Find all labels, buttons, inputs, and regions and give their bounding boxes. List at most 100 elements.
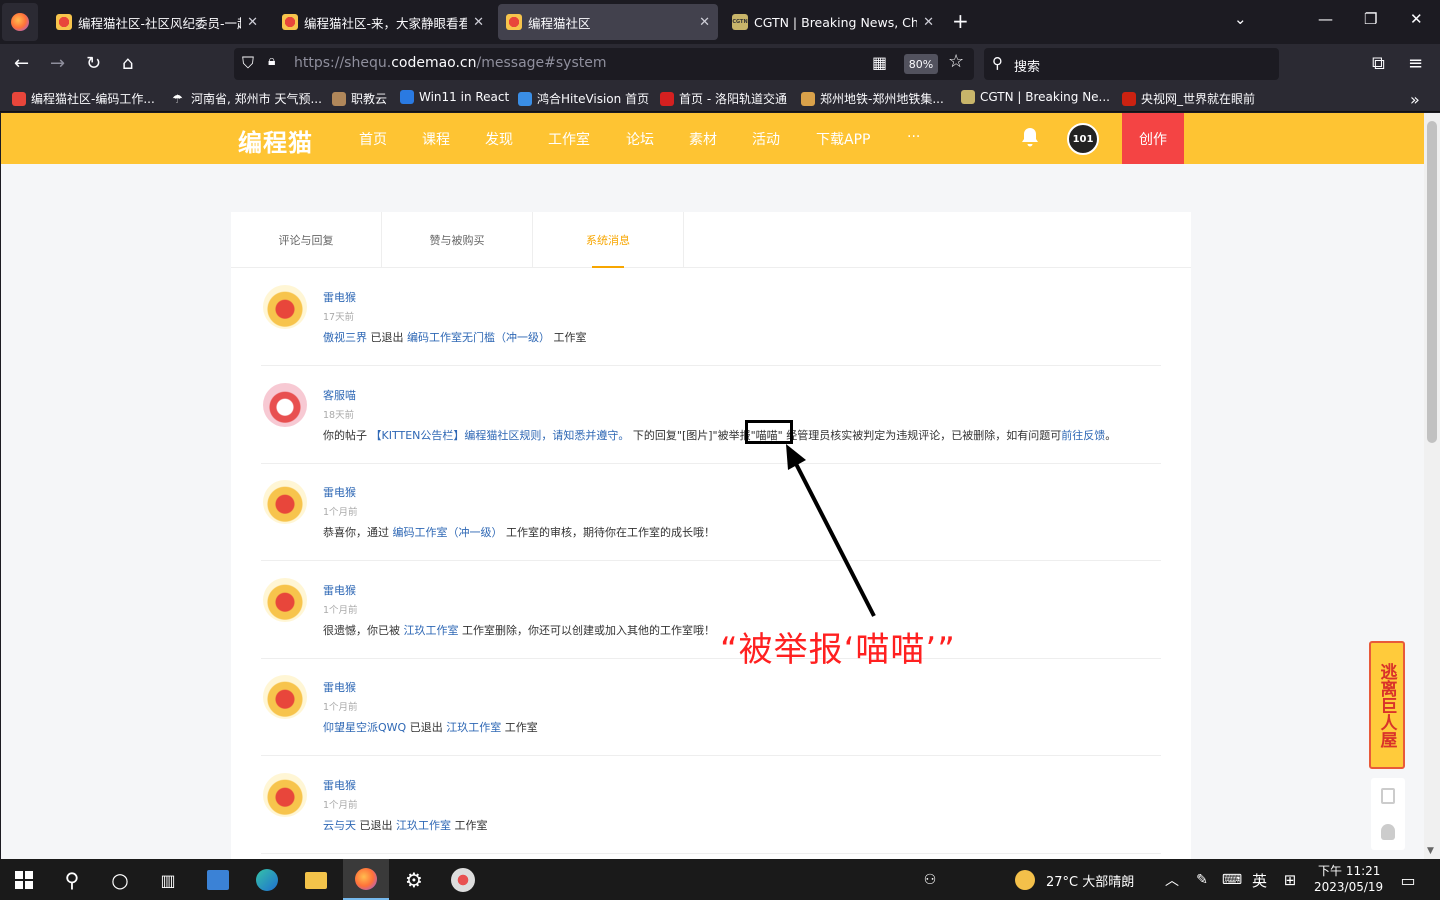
back-arrow-icon[interactable]: ← — [14, 52, 29, 76]
weather-text[interactable]: 27°C 大部晴朗 — [1046, 871, 1134, 890]
nav-activities[interactable]: 活动 — [752, 129, 780, 149]
message-link[interactable]: 编码工作室（冲一级） — [393, 526, 503, 539]
bookmark-item[interactable]: 编程猫社区-编码工作... — [12, 90, 155, 107]
bookmark-star-icon[interactable]: ☆ — [948, 51, 964, 72]
firefox-menu-button[interactable] — [2, 3, 38, 41]
bookmark-item[interactable]: CGTN | Breaking Ne... — [961, 90, 1110, 104]
lock-icon[interactable]: 🔒︎ — [268, 53, 275, 69]
keyboard-icon[interactable]: ⌨ — [1220, 868, 1244, 892]
nav-download-app[interactable]: 下载APP — [816, 129, 870, 149]
edge-icon[interactable] — [255, 868, 279, 892]
clock-date[interactable]: 2023/05/19 — [1314, 880, 1383, 894]
message-link[interactable]: 傲视三界 — [323, 331, 367, 344]
people-icon[interactable]: ⚇ — [918, 868, 942, 892]
sender-name[interactable]: 雷电猴 — [323, 777, 356, 793]
chevron-up-icon[interactable]: ︿ — [1160, 868, 1184, 892]
nav-forum[interactable]: 论坛 — [626, 129, 654, 149]
sender-name[interactable]: 雷电猴 — [323, 484, 356, 500]
forward-arrow-icon[interactable]: → — [50, 52, 65, 76]
close-icon[interactable]: ✕ — [247, 15, 258, 30]
bookmark-item[interactable]: 郑州地铁-郑州地铁集... — [801, 90, 944, 107]
weather-moon-icon[interactable] — [1013, 868, 1037, 892]
file-explorer-icon[interactable] — [304, 868, 328, 892]
app-avatar-icon[interactable] — [451, 868, 475, 892]
sender-name[interactable]: 雷电猴 — [323, 679, 356, 695]
close-icon[interactable]: ✕ — [473, 15, 484, 30]
close-window-button[interactable]: ✕ — [1410, 10, 1423, 28]
site-logo[interactable]: 编程猫 — [238, 123, 313, 158]
sender-name[interactable]: 雷电猴 — [323, 289, 356, 305]
notification-icon[interactable]: ▭ — [1396, 868, 1420, 892]
cortana-icon[interactable]: ○ — [108, 868, 132, 892]
floating-ad-banner[interactable]: 逃离巨人屋 — [1369, 641, 1405, 769]
message-link[interactable]: 云与天 — [323, 819, 356, 832]
minimize-button[interactable]: — — [1318, 10, 1333, 28]
leidianhou-avatar[interactable] — [263, 772, 307, 817]
leidianhou-avatar[interactable] — [263, 480, 307, 524]
message-link[interactable]: 编码工作室无门槛（冲一级） — [407, 331, 550, 344]
create-button[interactable]: 创作 — [1122, 113, 1184, 164]
close-icon[interactable]: ✕ — [923, 15, 934, 30]
task-view-icon[interactable]: ▥ — [156, 868, 180, 892]
bookmark-item[interactable]: 首页 - 洛阳轨道交通 — [660, 90, 787, 107]
sender-name[interactable]: 雷电猴 — [323, 582, 356, 598]
ime-indicator[interactable]: 英 — [1252, 870, 1267, 891]
taskbar-firefox-active[interactable] — [343, 859, 389, 900]
bookmark-item[interactable]: 职教云 — [332, 90, 387, 107]
nav-discover[interactable]: 发现 — [485, 129, 513, 149]
nav-home[interactable]: 首页 — [359, 129, 387, 149]
message-link[interactable]: 江玖工作室 — [446, 721, 501, 734]
message-link[interactable]: 江玖工作室 — [404, 624, 459, 637]
message-link[interactable]: 【KITTEN公告栏】编程猫社区规则，请知悉并遵守。 — [371, 429, 630, 442]
nav-materials[interactable]: 素材 — [689, 129, 717, 149]
bookmark-item[interactable]: ☂ 河南省, 郑州市 天气预... — [172, 90, 322, 107]
user-avatar[interactable]: 101 — [1067, 123, 1099, 155]
message-link[interactable]: 仰望星空派QWQ — [323, 721, 406, 734]
nav-studio[interactable]: 工作室 — [548, 129, 590, 149]
scrollbar-thumb[interactable] — [1427, 121, 1437, 443]
kefumiao-avatar[interactable] — [263, 382, 307, 427]
bookmark-item[interactable]: Win11 in React — [400, 90, 509, 104]
message-link[interactable]: 江玖工作室 — [396, 819, 451, 832]
url-bar[interactable]: ⛉ 🔒︎ https://shequ.codemao.cn/message#sy… — [234, 48, 974, 80]
mobile-icon[interactable] — [1381, 788, 1395, 804]
pen-icon[interactable]: ✎ — [1190, 868, 1214, 892]
home-icon[interactable]: ⌂ — [122, 52, 133, 76]
shield-icon[interactable]: ⛉ — [242, 53, 254, 73]
more-bookmarks-chevron-icon[interactable]: » — [1410, 90, 1420, 109]
page-scrollbar[interactable]: ▼ — [1424, 113, 1440, 859]
ime-grid-icon[interactable]: ⊞ — [1278, 868, 1302, 892]
bell-icon[interactable] — [1021, 127, 1039, 147]
extensions-icon[interactable]: ⧉ — [1372, 52, 1385, 76]
qq-icon[interactable] — [1381, 824, 1395, 840]
nav-more[interactable]: ··· — [907, 129, 920, 145]
search-icon[interactable]: ⚲ — [60, 868, 84, 892]
scroll-down-icon[interactable]: ▼ — [1427, 846, 1434, 856]
list-tabs-chevron-icon[interactable]: ⌄ — [1234, 10, 1247, 28]
qr-code-icon[interactable]: ▦ — [872, 53, 887, 72]
tab-3-active[interactable]: 编程猫社区 ✕ — [498, 4, 718, 40]
close-icon[interactable]: ✕ — [699, 15, 710, 30]
menu-hamburger-icon[interactable]: ≡ — [1408, 52, 1423, 76]
sender-name[interactable]: 客服喵 — [323, 387, 356, 403]
store-icon[interactable] — [206, 868, 230, 892]
reload-icon[interactable]: ↻ — [86, 52, 101, 76]
restore-button[interactable]: ❐ — [1364, 10, 1377, 28]
settings-gear-icon[interactable]: ⚙ — [402, 868, 426, 892]
new-tab-button[interactable]: + — [952, 10, 969, 32]
leidianhou-avatar[interactable] — [263, 285, 307, 329]
tab-4[interactable]: CGTN CGTN | Breaking News, China ✕ — [724, 4, 942, 40]
windows-start-icon[interactable] — [12, 868, 36, 892]
nav-courses[interactable]: 课程 — [422, 129, 450, 149]
clock-time[interactable]: 下午 11:21 — [1318, 862, 1380, 879]
bookmark-item[interactable]: 鸿合HiteVision 首页 — [518, 90, 649, 107]
zoom-level-button[interactable]: 80% — [904, 54, 938, 74]
tab-comments-replies[interactable]: 评论与回复 — [231, 212, 382, 268]
tab-1[interactable]: 编程猫社区-社区风纪委员-一起 ✕ — [48, 4, 266, 40]
tab-2[interactable]: 编程猫社区-来，大家静眼看看 ✕ — [274, 4, 492, 40]
leidianhou-avatar[interactable] — [263, 675, 307, 719]
tab-likes-purchases[interactable]: 赞与被购买 — [382, 212, 533, 268]
search-bar[interactable]: ⚲ 搜索 — [984, 48, 1279, 80]
message-link[interactable]: 前往反馈 — [1061, 429, 1105, 442]
bookmark-item[interactable]: 央视网_世界就在眼前 — [1122, 90, 1255, 107]
